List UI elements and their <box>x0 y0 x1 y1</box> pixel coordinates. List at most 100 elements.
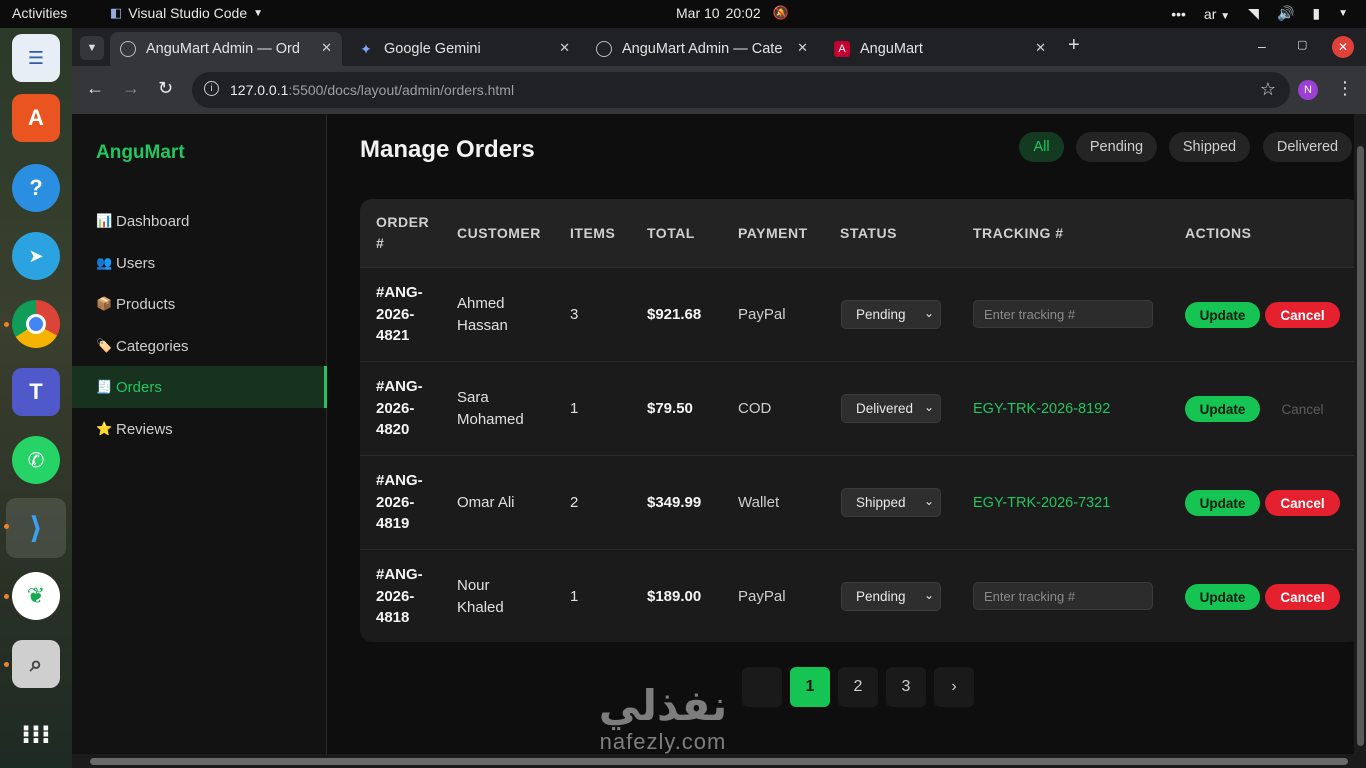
tab-google-gemini[interactable]: ✦ Google Gemini ✕ <box>348 32 580 66</box>
gemini-icon: ✦ <box>360 40 372 57</box>
volume-icon: 🔊 <box>1276 5 1295 21</box>
pagination-prev[interactable] <box>742 667 782 707</box>
teams-linux-icon[interactable]: T <box>12 368 60 416</box>
chevron-down-icon: ⌄ <box>923 494 934 508</box>
package-icon: 📦 <box>96 296 113 311</box>
whatsapp-icon[interactable]: ✆ <box>12 436 60 484</box>
address-bar[interactable]: i 127.0.0.1:5500/docs/layout/admin/order… <box>192 72 1290 108</box>
text-editor-icon[interactable]: ☰ <box>12 34 60 82</box>
sidebar-item-reviews[interactable]: ⭐ Reviews <box>72 408 327 450</box>
chrome-icon[interactable] <box>12 300 60 348</box>
pagination-page-1[interactable]: 1 <box>790 667 830 707</box>
update-button[interactable]: Update <box>1185 396 1260 422</box>
scrollbar-thumb[interactable] <box>1357 146 1364 746</box>
column-header-tracking: TRACKING # <box>973 225 1064 241</box>
activities-button[interactable]: Activities <box>12 5 67 21</box>
status-select[interactable]: Shipped ⌄ <box>841 488 941 517</box>
payment-method: PayPal <box>738 588 786 605</box>
status-select[interactable]: Pending ⌄ <box>841 582 941 611</box>
app-menu[interactable]: ◧ Visual Studio Code ▼ <box>110 5 263 21</box>
status-select[interactable]: Pending ⌄ <box>841 300 941 329</box>
tab-angumart-admin-orders[interactable]: AnguMart Admin — Ord ✕ <box>110 32 342 66</box>
more-icon[interactable]: ••• <box>1171 6 1186 22</box>
pagination-page-3[interactable]: 3 <box>886 667 926 707</box>
close-icon[interactable]: ✕ <box>321 40 332 56</box>
tag-icon: 🏷️ <box>96 338 113 353</box>
orders-main: Manage Orders All Pending Shipped Delive… <box>328 114 1366 768</box>
app-grid-icon[interactable]: ⁝⁝⁝ <box>12 710 60 758</box>
status-select[interactable]: Delivered ⌄ <box>841 394 941 423</box>
angular-icon: A <box>834 41 850 57</box>
filter-pending[interactable]: Pending <box>1076 132 1157 162</box>
page-viewport: AnguMart 📊 Dashboard 👥 Users 📦 Products … <box>72 114 1366 768</box>
bookmark-star-icon[interactable]: ☆ <box>1260 79 1276 100</box>
update-button[interactable]: Update <box>1185 584 1260 610</box>
tab-title: AnguMart <box>860 41 923 57</box>
pagination-page-2[interactable]: 2 <box>838 667 878 707</box>
close-window-button[interactable]: ✕ <box>1332 36 1354 58</box>
profile-avatar[interactable]: N <box>1298 80 1318 100</box>
reload-button[interactable]: ↻ <box>158 78 173 99</box>
chart-icon: 📊 <box>96 213 113 228</box>
browser-window: ▼ AnguMart Admin — Ord ✕ ✦ Google Gemini… <box>72 28 1366 768</box>
tab-angumart[interactable]: A AnguMart ✕ <box>824 32 1056 66</box>
telegram-icon[interactable]: ➤ <box>12 232 60 280</box>
tracking-input[interactable]: Enter tracking # <box>973 582 1153 610</box>
chevron-down-icon: ⌄ <box>923 306 934 320</box>
clock[interactable]: Mar 10 20:02 🔕 <box>676 5 789 21</box>
update-button[interactable]: Update <box>1185 490 1260 516</box>
cancel-button[interactable]: Cancel <box>1265 490 1340 516</box>
help-icon[interactable]: ? <box>12 164 60 212</box>
filter-all[interactable]: All <box>1019 132 1064 162</box>
cancel-button[interactable]: Cancel <box>1265 584 1340 610</box>
url-host: 127.0.0.1 <box>230 82 289 98</box>
minimize-button[interactable]: – <box>1258 38 1266 54</box>
sidebar-item-label: Dashboard <box>116 212 190 230</box>
cancel-button-disabled: Cancel <box>1281 401 1324 417</box>
filter-delivered[interactable]: Delivered <box>1263 132 1352 162</box>
update-button[interactable]: Update <box>1185 302 1260 328</box>
app-center-icon[interactable]: A <box>12 94 60 142</box>
tracking-placeholder: Enter tracking # <box>984 306 1076 322</box>
close-icon[interactable]: ✕ <box>1035 40 1046 56</box>
tracking-number: EGY-TRK-2026-8192 <box>973 401 1111 417</box>
close-icon[interactable]: ✕ <box>559 40 570 56</box>
mongodb-icon[interactable]: ❦ <box>12 572 60 620</box>
tracking-input[interactable]: Enter tracking # <box>973 300 1153 328</box>
admin-sidebar: AnguMart 📊 Dashboard 👥 Users 📦 Products … <box>72 114 327 768</box>
vertical-scrollbar[interactable] <box>1354 114 1366 768</box>
table-row: #ANG-2026-4820 Sara Mohamed 1 $79.50 COD… <box>360 362 1360 456</box>
system-tray[interactable]: ••• ar ▼ ◥ 🔊 ▮ ▼ <box>1171 5 1348 22</box>
pagination-next[interactable]: › <box>934 667 974 707</box>
new-tab-button[interactable]: + <box>1068 34 1080 57</box>
sidebar-item-dashboard[interactable]: 📊 Dashboard <box>72 200 327 242</box>
site-info-icon[interactable]: i <box>204 81 219 96</box>
app-name: Visual Studio Code <box>128 5 248 21</box>
sidebar-item-categories[interactable]: 🏷️ Categories <box>72 325 327 367</box>
star-icon: ⭐ <box>96 421 113 436</box>
vscode-icon[interactable]: ⟩ <box>6 498 66 558</box>
screenshot-icon[interactable]: ⌕ <box>12 640 60 688</box>
notifications-off-icon: 🔕 <box>772 5 789 20</box>
sidebar-item-users[interactable]: 👥 Users <box>72 242 327 284</box>
tab-angumart-admin-categories[interactable]: AnguMart Admin — Cate ✕ <box>586 32 818 66</box>
close-icon[interactable]: ✕ <box>797 40 808 56</box>
maximize-button[interactable]: ▢ <box>1297 38 1307 51</box>
sidebar-item-orders[interactable]: 🧾 Orders <box>72 366 327 408</box>
forward-button[interactable]: → <box>122 78 140 99</box>
sidebar-item-products[interactable]: 📦 Products <box>72 283 327 325</box>
back-button[interactable]: ← <box>86 78 104 99</box>
scrollbar-thumb[interactable] <box>90 758 1348 765</box>
language-indicator[interactable]: ar ▼ <box>1204 6 1230 22</box>
order-total: $189.00 <box>647 588 702 605</box>
horizontal-scrollbar[interactable] <box>72 754 1366 768</box>
running-indicator <box>4 524 9 529</box>
browser-menu-icon[interactable]: ⋮ <box>1336 78 1354 99</box>
tab-search-button[interactable]: ▼ <box>80 36 104 60</box>
table-row: #ANG-2026-4818 Nour Khaled 1 $189.00 Pay… <box>360 550 1360 642</box>
brand-logo[interactable]: AnguMart <box>96 142 185 164</box>
item-count: 2 <box>570 494 579 511</box>
filter-shipped[interactable]: Shipped <box>1169 132 1250 162</box>
chrome-center <box>26 314 46 334</box>
cancel-button[interactable]: Cancel <box>1265 302 1340 328</box>
